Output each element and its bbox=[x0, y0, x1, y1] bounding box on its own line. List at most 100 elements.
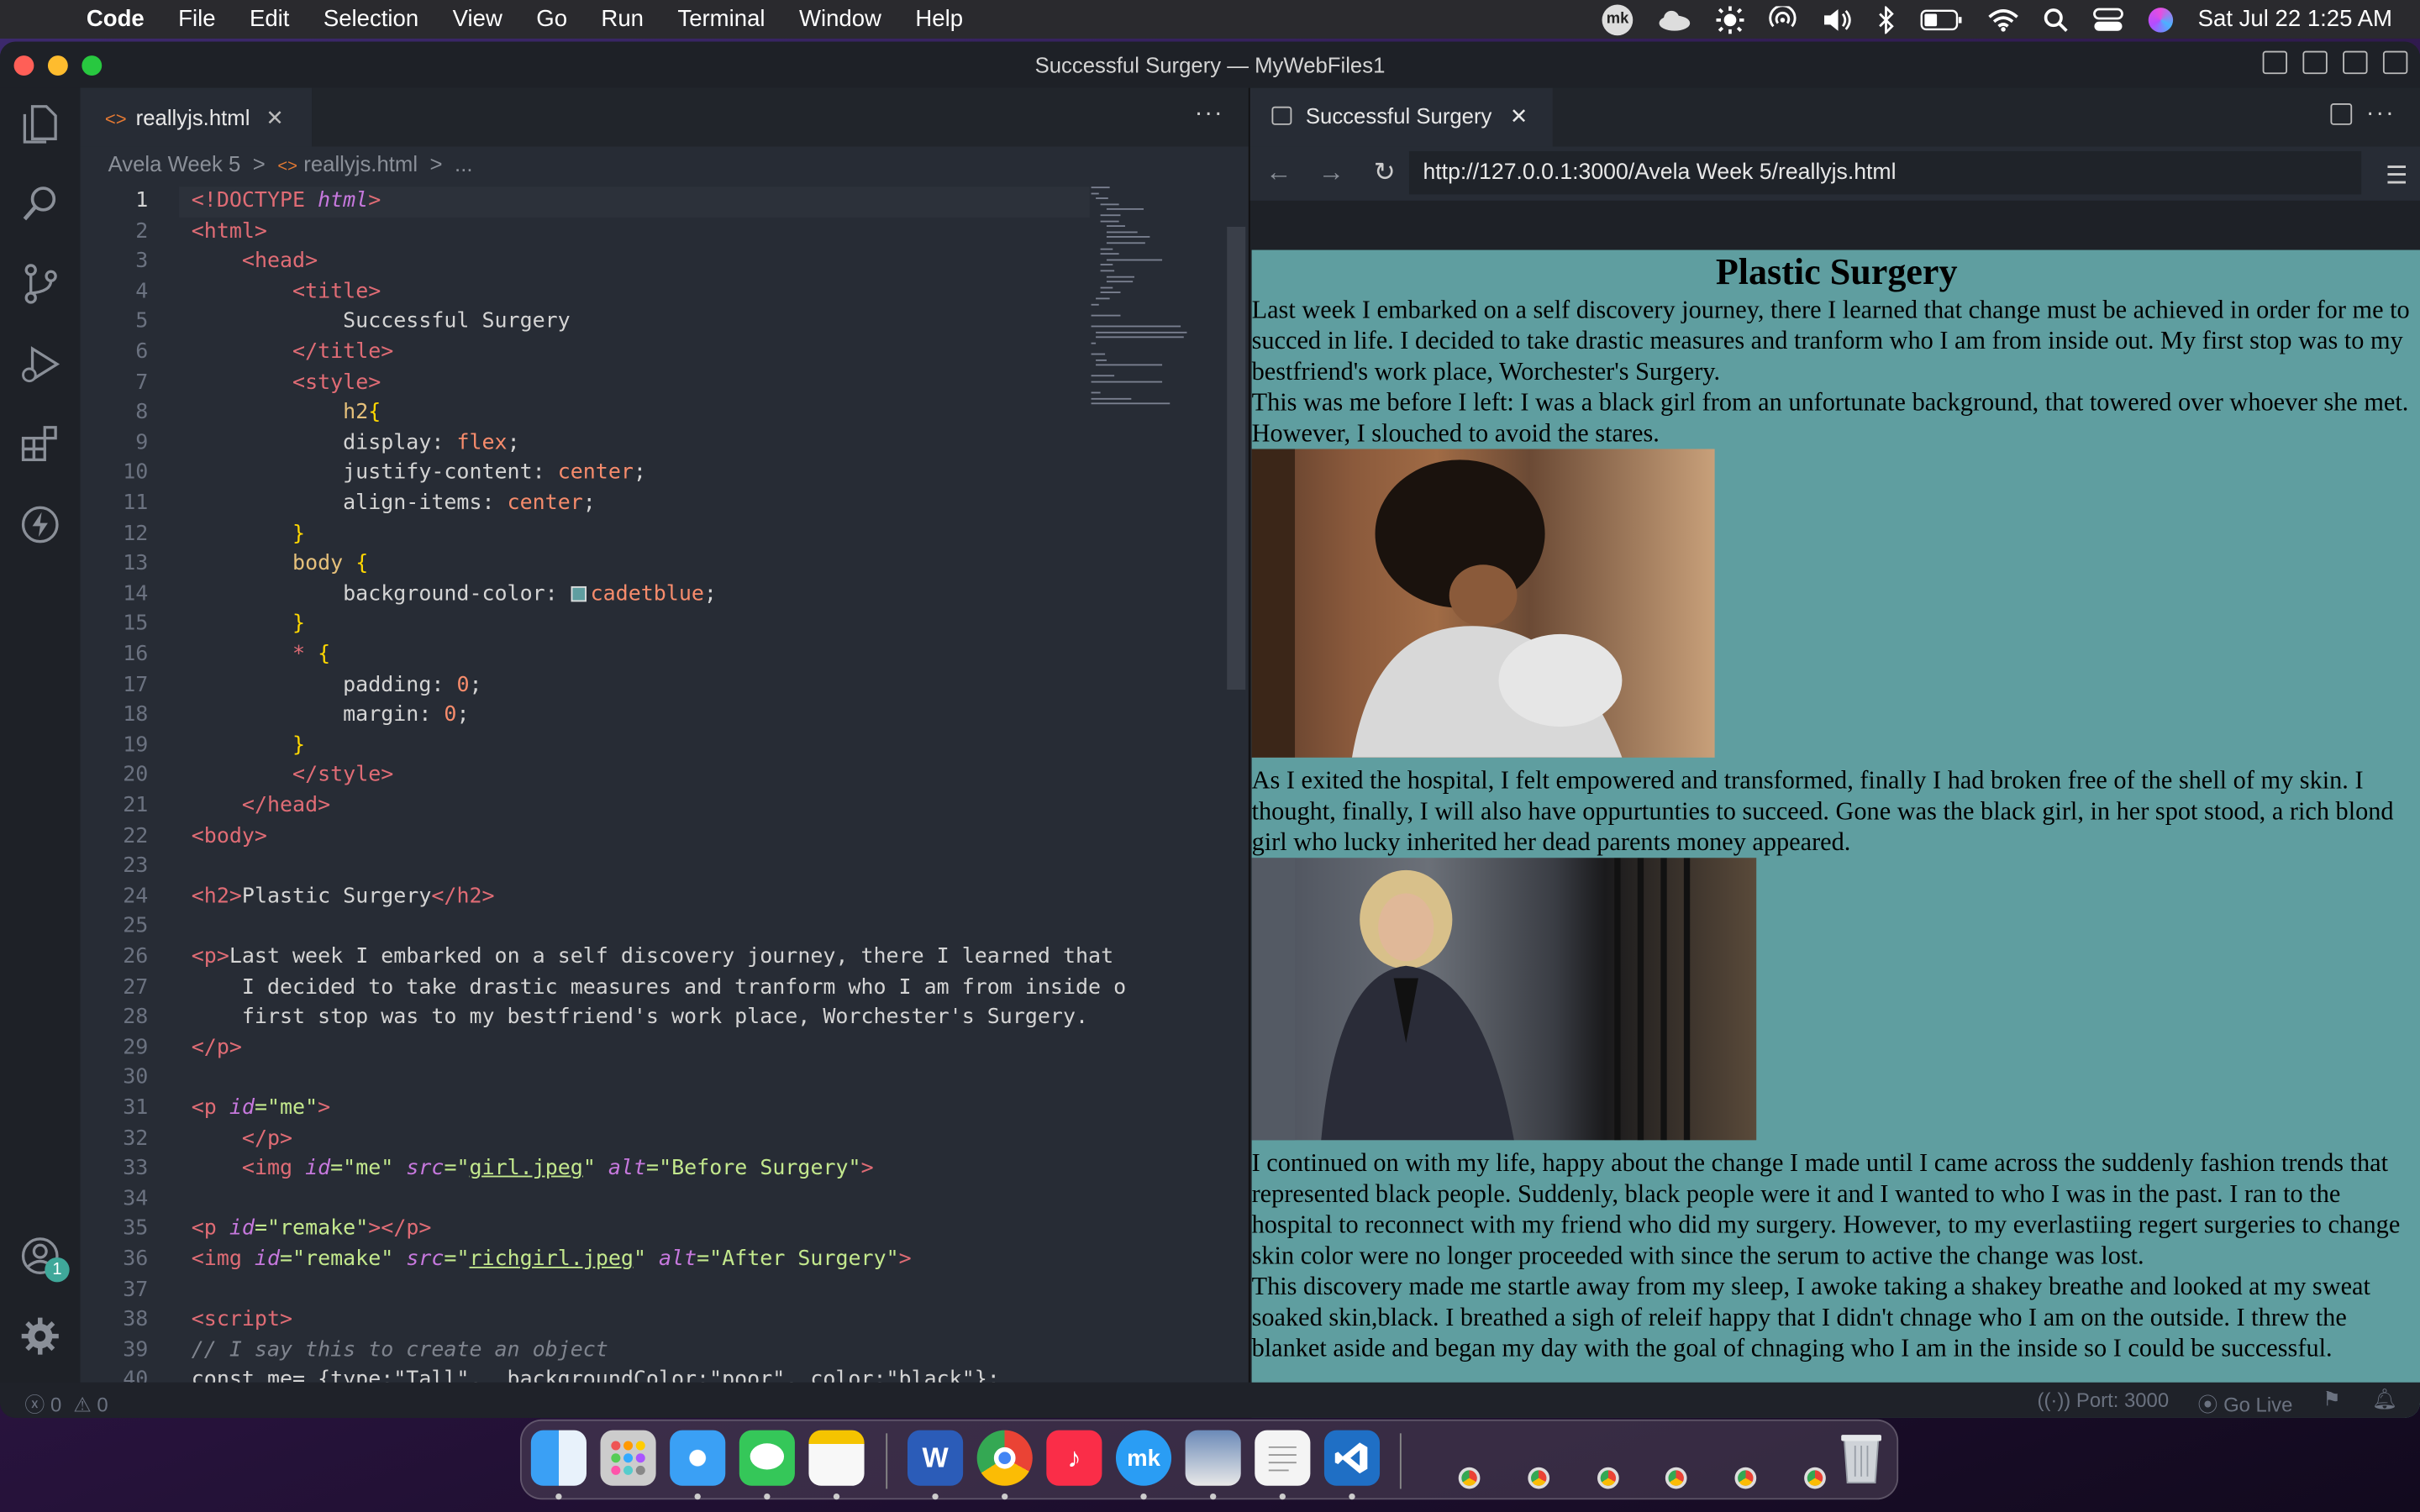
preview-app-icon[interactable] bbox=[1185, 1430, 1241, 1486]
accounts-icon[interactable]: 1 bbox=[17, 1233, 70, 1283]
go-live-status[interactable]: ⦿ Go Live bbox=[2198, 1389, 2293, 1418]
code-line[interactable]: </p> bbox=[192, 1124, 292, 1154]
airdrop-icon[interactable] bbox=[1769, 5, 1797, 33]
code-line[interactable]: <p id="remake"></p> bbox=[192, 1215, 432, 1245]
close-tab-icon[interactable]: ✕ bbox=[266, 105, 284, 131]
user-avatar-icon[interactable]: mk bbox=[1602, 3, 1634, 35]
extensions-icon[interactable] bbox=[17, 421, 63, 467]
editor-scrollbar[interactable] bbox=[1227, 227, 1246, 690]
code-line[interactable]: <!DOCTYPE html> bbox=[192, 186, 381, 217]
microsoft-word-icon[interactable]: W bbox=[908, 1430, 964, 1486]
code-line[interactable]: <script> bbox=[192, 1305, 292, 1336]
code-line[interactable]: I decided to take drastic measures and t… bbox=[192, 973, 1126, 1003]
code-line[interactable]: </p> bbox=[192, 1033, 242, 1063]
minimap[interactable] bbox=[1091, 184, 1234, 416]
volume-icon[interactable] bbox=[1821, 7, 1852, 31]
code-line[interactable]: first stop was to my bestfriend's work p… bbox=[192, 1003, 1088, 1033]
code-line[interactable]: <img id="remake" src="richgirl.jpeg" alt… bbox=[192, 1245, 912, 1275]
code-line[interactable]: background-color: cadetblue; bbox=[192, 580, 717, 610]
control-center-icon[interactable] bbox=[2093, 7, 2124, 31]
toggle-primary-sidebar-icon[interactable] bbox=[2262, 50, 2288, 75]
port-status[interactable]: ((·)) Port: 3000 bbox=[2037, 1389, 2169, 1412]
chrome-minimized-window-icon[interactable] bbox=[1597, 1467, 1619, 1489]
menu-view[interactable]: View bbox=[453, 6, 502, 32]
wifi-icon[interactable] bbox=[1988, 7, 2019, 31]
spotlight-search-icon[interactable] bbox=[2044, 7, 2068, 32]
back-arrow-icon[interactable]: ← bbox=[1265, 157, 1292, 188]
live-server-icon[interactable] bbox=[17, 501, 63, 548]
app-store-mk-icon[interactable]: mk bbox=[1115, 1430, 1172, 1486]
trash-icon[interactable] bbox=[1833, 1431, 1889, 1486]
code-line[interactable]: <p id="me"> bbox=[192, 1094, 330, 1124]
url-input[interactable]: http://127.0.0.1:3000/Avela Week 5/reall… bbox=[1408, 151, 2362, 195]
code-line[interactable]: <h2>Plastic Surgery</h2> bbox=[192, 882, 495, 912]
code-line[interactable]: </head> bbox=[192, 791, 330, 822]
more-actions-icon[interactable]: ··· bbox=[1195, 100, 1224, 128]
explorer-icon[interactable] bbox=[17, 100, 63, 146]
notes-icon[interactable] bbox=[808, 1430, 865, 1486]
music-icon[interactable]: ♪ bbox=[1046, 1430, 1102, 1486]
code-line[interactable]: Successful Surgery bbox=[192, 307, 571, 338]
chrome-minimized-window-icon[interactable] bbox=[1665, 1467, 1687, 1489]
tab-successful-surgery[interactable]: Successful Surgery ✕ bbox=[1249, 87, 1553, 147]
bluetooth-icon[interactable] bbox=[1877, 5, 1896, 34]
code-line[interactable]: display: flex; bbox=[192, 428, 520, 459]
code-line[interactable]: <style> bbox=[192, 368, 381, 398]
menu-help[interactable]: Help bbox=[915, 6, 963, 32]
menu-selection[interactable]: Selection bbox=[324, 6, 418, 32]
source-control-icon[interactable] bbox=[17, 260, 63, 307]
menu-app-name[interactable]: Code bbox=[87, 6, 145, 32]
code-line[interactable]: <title> bbox=[192, 277, 381, 307]
chrome-minimized-window-icon[interactable] bbox=[1804, 1467, 1826, 1489]
tab-reallyjs-html[interactable]: <> reallyjs.html ✕ bbox=[80, 87, 313, 147]
menu-window[interactable]: Window bbox=[799, 6, 881, 32]
color-swatch-icon[interactable] bbox=[570, 585, 587, 601]
chrome-minimized-window-icon[interactable] bbox=[1734, 1467, 1757, 1489]
code-line[interactable]: } bbox=[192, 519, 305, 549]
feedback-icon[interactable]: ⚑ bbox=[2323, 1387, 2340, 1411]
problems-status[interactable]: ⓧ 0 ⚠ 0 bbox=[24, 1389, 108, 1418]
vscode-dock-icon[interactable] bbox=[1323, 1430, 1381, 1486]
finder-icon[interactable] bbox=[530, 1430, 587, 1486]
code-line[interactable]: } bbox=[192, 731, 305, 761]
launchpad-icon[interactable] bbox=[600, 1430, 656, 1486]
run-debug-icon[interactable] bbox=[17, 341, 63, 387]
close-tab-icon[interactable]: ✕ bbox=[1510, 103, 1528, 129]
menu-edit[interactable]: Edit bbox=[250, 6, 289, 32]
code-line[interactable]: </title> bbox=[192, 338, 393, 368]
code-line[interactable]: * { bbox=[192, 640, 330, 670]
menu-go[interactable]: Go bbox=[536, 6, 567, 32]
customize-layout-icon[interactable] bbox=[2382, 50, 2408, 75]
chrome-minimized-window-icon[interactable] bbox=[1458, 1467, 1481, 1489]
code-line[interactable]: justify-content: center; bbox=[192, 459, 646, 489]
menu-terminal[interactable]: Terminal bbox=[677, 6, 765, 32]
code-line[interactable]: </style> bbox=[192, 761, 393, 791]
code-line[interactable]: body { bbox=[192, 549, 368, 580]
code-area[interactable]: 1 <!DOCTYPE html> 2 <html> 3 <head> 4 <title>… bbox=[81, 184, 1249, 1418]
settings-gear-icon[interactable] bbox=[17, 1313, 63, 1359]
menu-file[interactable]: File bbox=[178, 6, 215, 32]
code-line[interactable]: // I say this to create an object bbox=[192, 1336, 608, 1366]
search-icon[interactable] bbox=[17, 181, 63, 227]
code-line[interactable]: <html> bbox=[192, 217, 267, 247]
battery-icon[interactable] bbox=[1920, 8, 1963, 30]
breadcrumb-folder[interactable]: Avela Week 5 bbox=[108, 151, 241, 176]
more-actions-icon[interactable]: ··· bbox=[2366, 100, 2396, 128]
safari-icon[interactable] bbox=[670, 1430, 726, 1486]
toggle-panel-icon[interactable] bbox=[2302, 50, 2328, 75]
code-line[interactable]: <p>Last week I embarked on a self discov… bbox=[192, 942, 1113, 973]
brightness-icon[interactable] bbox=[1716, 5, 1744, 34]
notifications-bell-icon[interactable]: 🔔︎ bbox=[2372, 1387, 2397, 1411]
breadcrumb-file[interactable]: reallyjs.html bbox=[303, 151, 418, 176]
chrome-minimized-window-icon[interactable] bbox=[1528, 1467, 1550, 1489]
cloud-icon[interactable] bbox=[1658, 8, 1691, 30]
code-line[interactable]: margin: 0; bbox=[192, 701, 469, 731]
reload-icon[interactable]: ↻ bbox=[1374, 157, 1396, 188]
menu-hamburger-icon[interactable]: ☰ bbox=[2386, 160, 2407, 192]
menubar-clock[interactable]: Sat Jul 22 1:25 AM bbox=[2198, 6, 2392, 32]
code-line[interactable]: } bbox=[192, 610, 305, 640]
chrome-icon[interactable] bbox=[976, 1430, 1033, 1486]
menu-run[interactable]: Run bbox=[601, 6, 644, 32]
split-editor-icon[interactable] bbox=[2330, 103, 2353, 125]
breadcrumb-symbol[interactable]: ... bbox=[455, 151, 472, 176]
